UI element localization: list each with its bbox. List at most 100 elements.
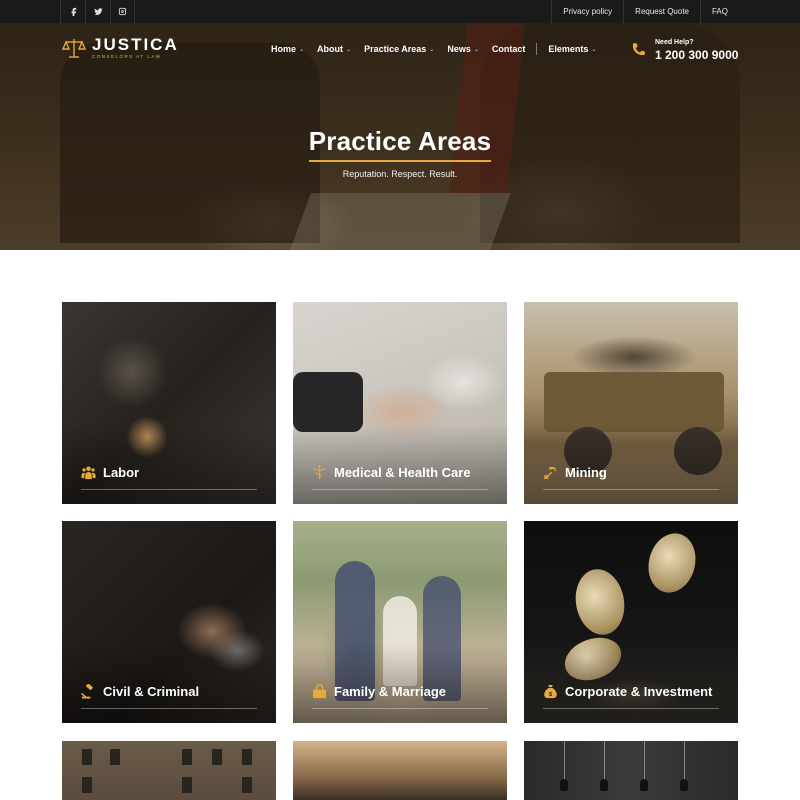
caduceus-icon — [312, 465, 327, 480]
card-label: Medical & Health Care — [334, 465, 471, 480]
privacy-policy-link[interactable]: Privacy policy — [551, 0, 623, 23]
brand-name: JUSTICA — [92, 35, 179, 54]
card-shade — [293, 424, 507, 504]
nav-label: Elements — [548, 44, 589, 54]
practice-card-corporate-investment[interactable]: $ Corporate & Investment — [524, 521, 738, 723]
practice-card-partial[interactable] — [524, 741, 738, 800]
card-label: Civil & Criminal — [103, 684, 200, 699]
nav-divider — [536, 43, 538, 55]
nav-about[interactable]: About ⌄ — [317, 43, 351, 55]
image-detail — [242, 777, 252, 793]
nav-contact[interactable]: Contact — [492, 43, 526, 55]
image-detail — [182, 749, 192, 765]
card-divider — [543, 489, 719, 490]
image-detail — [293, 372, 363, 432]
practice-card-labor[interactable]: Labor — [62, 302, 276, 504]
chevron-down-icon: ⌄ — [429, 46, 435, 53]
nav-label: About — [317, 44, 344, 54]
nav-practice-areas[interactable]: Practice Areas ⌄ — [364, 43, 434, 55]
image-detail — [82, 749, 92, 765]
help-label: Need Help? — [655, 39, 694, 46]
card-label: Labor — [103, 465, 140, 480]
nav-label: Practice Areas — [364, 44, 427, 54]
card-title: Labor — [81, 465, 139, 480]
money-bag-icon: $ — [543, 684, 558, 699]
nav-home[interactable]: Home ⌄ — [271, 43, 304, 55]
practice-card-mining[interactable]: Mining — [524, 302, 738, 504]
card-shade — [524, 643, 738, 723]
image-detail — [644, 741, 645, 781]
chevron-down-icon: ⌄ — [473, 46, 479, 53]
chevron-down-icon: ⌄ — [299, 46, 305, 53]
people-icon — [81, 465, 96, 480]
card-shade — [524, 424, 738, 504]
main-nav: Home ⌄ About ⌄ Practice Areas ⌄ News ⌄ Conta… — [271, 43, 609, 55]
card-divider — [312, 708, 488, 709]
card-title: $ Corporate & Investment — [543, 684, 712, 699]
instagram-icon — [118, 7, 127, 16]
brand-tagline: CONSELORS AT LAW — [92, 54, 162, 59]
image-detail — [182, 777, 192, 793]
image-detail — [212, 749, 222, 765]
practice-card-family-marriage[interactable]: Family & Marriage — [293, 521, 507, 723]
image-detail — [110, 749, 120, 765]
nav-label: News — [447, 44, 471, 54]
phone-number[interactable]: 1 200 300 9000 — [655, 48, 738, 62]
image-detail — [640, 779, 648, 791]
page-subtitle: Reputation. Respect. Result. — [342, 169, 458, 179]
instagram-link[interactable] — [110, 0, 135, 23]
card-title: Mining — [543, 465, 607, 480]
card-title: Family & Marriage — [312, 684, 446, 699]
image-detail — [242, 749, 252, 765]
image-detail — [642, 528, 702, 598]
card-label: Family & Marriage — [334, 684, 446, 699]
image-detail — [684, 741, 685, 781]
pickaxe-icon — [543, 465, 558, 480]
phone-icon — [631, 42, 647, 58]
image-detail — [544, 372, 724, 432]
help-contact[interactable]: Need Help? 1 200 300 9000 — [631, 38, 738, 62]
hero-banner: JUSTICA CONSELORS AT LAW Home ⌄ About ⌄ Pr… — [0, 23, 800, 250]
nav-label: Home — [271, 44, 297, 54]
practice-card-partial[interactable] — [293, 741, 507, 800]
facebook-icon — [71, 7, 76, 16]
card-title: Medical & Health Care — [312, 465, 471, 480]
nav-label: Contact — [491, 44, 526, 54]
practice-card-partial[interactable] — [62, 741, 276, 800]
image-detail — [680, 779, 688, 791]
card-label: Corporate & Investment — [565, 684, 713, 699]
card-label: Mining — [565, 465, 607, 480]
chevron-down-icon: ⌄ — [591, 46, 597, 53]
page-title: Practice Areas — [308, 126, 492, 162]
card-divider — [543, 708, 719, 709]
card-divider — [81, 708, 257, 709]
top-bar: Privacy policy Request Quote FAQ — [0, 0, 800, 23]
top-links: Privacy policy Request Quote FAQ — [551, 0, 740, 23]
image-detail — [600, 779, 608, 791]
social-links — [60, 0, 135, 23]
faq-link[interactable]: FAQ — [699, 0, 740, 23]
card-shade — [62, 424, 276, 504]
request-quote-link[interactable]: Request Quote — [623, 0, 700, 23]
card-shade — [62, 643, 276, 723]
card-divider — [312, 489, 488, 490]
nav-news[interactable]: News ⌄ — [447, 43, 479, 55]
card-title: Civil & Criminal — [80, 683, 200, 699]
hero-heading: Practice Areas Reputation. Respect. Resu… — [0, 126, 800, 179]
image-detail — [560, 779, 568, 791]
site-logo[interactable]: JUSTICA CONSELORS AT LAW — [61, 35, 179, 60]
image-detail — [82, 777, 92, 793]
gavel-icon — [80, 683, 96, 699]
nav-elements[interactable]: Elements ⌄ — [548, 43, 596, 55]
chevron-down-icon: ⌄ — [346, 46, 352, 53]
image-detail — [604, 741, 605, 781]
family-icon — [312, 684, 327, 699]
practice-card-medical[interactable]: Medical & Health Care — [293, 302, 507, 504]
facebook-link[interactable] — [60, 0, 85, 23]
twitter-icon — [93, 8, 103, 16]
image-detail — [564, 741, 565, 781]
scales-icon — [61, 37, 87, 59]
twitter-link[interactable] — [85, 0, 110, 23]
image-detail — [570, 565, 630, 639]
practice-card-civil-criminal[interactable]: Civil & Criminal — [62, 521, 276, 723]
